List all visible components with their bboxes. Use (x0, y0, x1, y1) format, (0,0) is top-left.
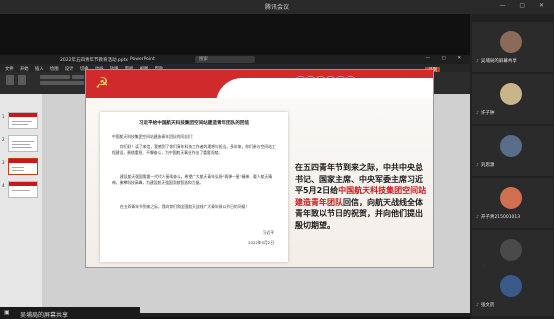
search-box[interactable]: 搜索 (195, 56, 255, 63)
participant-tile[interactable]: ♪ 开子青215001013 (472, 178, 553, 228)
menu-design[interactable]: 设计 (65, 66, 74, 72)
format-tools[interactable] (40, 81, 84, 85)
avatar (500, 135, 522, 157)
app-name: PowerPoint (130, 57, 155, 62)
screen-share-icon: ▣ (4, 309, 10, 316)
avatar (500, 187, 522, 209)
ppt-window-controls[interactable]: — ▢ ✕ (426, 56, 466, 61)
participant-list: ♪吴埔局的屏幕共享 ♪许子钟 ♪刘思源 ♪开子青215001013 ♪曹耽烁 ♪… (470, 14, 554, 319)
letter-image: 习近平给中国航天科技集团空间站建造青年团队的回信 中国航天科技集团空间站建造青年… (100, 112, 288, 262)
slide-thumbnails: 1 2 3 4 (0, 94, 42, 313)
window-title: 腾讯会议 (264, 4, 289, 11)
participant-name: ♪ 开子青215001013 (476, 214, 520, 220)
participant-tile[interactable]: ♪ 刘思源 (472, 126, 553, 176)
participant-tile[interactable]: ♪ 许子钟 (472, 74, 553, 124)
menu-draw[interactable]: 绘图 (50, 66, 59, 72)
participant-name-text: 刘思源 (480, 163, 495, 168)
slide-thumbnail[interactable] (8, 112, 38, 129)
participant-tile[interactable]: ♪ 吴埔局的屏幕共享 (472, 22, 553, 72)
shared-screen: 2022年五四青年节教育活动.pptx PowerPoint 搜索 — ▢ ✕ … (0, 14, 470, 319)
letter-greeting: 中国航天科技集团空间站建造青年团队的同志们： (112, 134, 196, 139)
ppt-title-bar: 2022年五四青年节教育活动.pptx PowerPoint 搜索 — ▢ ✕ (0, 55, 470, 64)
mic-icon: ♪ (476, 303, 479, 308)
participant-name-text: 张文药 (480, 303, 495, 308)
letter-paragraph: 建设航天强国需要一代代人接续奋斗。希望广大航天青年弘扬“两弹一星”精神、载人航天… (112, 174, 273, 186)
font-box[interactable] (40, 75, 70, 79)
slide-number: 3 (2, 160, 5, 165)
slide-number: 4 (2, 183, 5, 188)
mic-icon: ♪ (476, 59, 479, 64)
great-wall-decoration: ⌒⌒⌒⌒⌒⌒ (296, 77, 357, 87)
participant-name-text: 开子青215001013 (480, 215, 521, 220)
party-emblem-icon: ☭ (95, 74, 109, 92)
avatar (500, 239, 522, 261)
slide-thumbnail[interactable] (8, 181, 38, 198)
letter-paragraph: 你们好！读了来信，我感到了你们青年科技工作者的理想与担当。多年来，你们参与空间站… (112, 144, 276, 156)
meeting-title-bar: 腾讯会议 — ▢ ✕ (0, 0, 554, 14)
participant-name: ♪ 张文药 (476, 302, 494, 308)
slide-body-text: 在五四青年节到来之际，中共中央总书记、国家主席、中央军委主席习近平5月2日给中国… (295, 162, 429, 231)
participant-tile[interactable]: ♪ 张文药 (472, 266, 553, 316)
font-size-box[interactable] (72, 75, 84, 79)
screen-share-text: 吴埔局的屏幕共享 (20, 312, 69, 319)
mic-icon: ♪ (476, 215, 479, 220)
document-name: 2022年五四青年节教育活动.pptx (60, 58, 129, 63)
participant-name: ♪ 刘思源 (476, 162, 494, 168)
participant-name-text: 许子钟 (480, 111, 495, 116)
menu-home[interactable]: 开始 (20, 66, 29, 72)
participant-name-text: 吴埔局的屏幕共享 (480, 59, 517, 64)
slide-thumbnail[interactable] (8, 135, 38, 152)
slide-number: 1 (2, 114, 5, 119)
participant-name: ♪ 许子钟 (476, 110, 494, 116)
participant-name: ♪ 吴埔局的屏幕共享 (476, 58, 517, 64)
menu-file[interactable]: 文件 (5, 66, 14, 72)
avatar (500, 31, 522, 53)
window-controls[interactable]: — ▢ ✕ (499, 2, 550, 9)
slide-thumbnail-selected[interactable] (8, 158, 38, 175)
avatar (500, 275, 522, 297)
slide-header-band: ☭ ⌒⌒⌒⌒⌒⌒ (86, 70, 433, 104)
avatar (500, 83, 522, 105)
mic-icon: ♪ (476, 163, 479, 168)
new-slide-icon[interactable] (18, 75, 26, 85)
mic-icon: ♪ (476, 111, 479, 116)
paste-icon[interactable] (6, 75, 14, 85)
slide-canvas[interactable]: ☭ ⌒⌒⌒⌒⌒⌒ 习近平给中国航天科技集团空间站建造青年团队的回信 中国航天科技… (85, 69, 434, 268)
slide-number: 2 (2, 137, 5, 142)
menu-insert[interactable]: 插入 (35, 66, 44, 72)
screen-share-label: ▣ 吴埔局的屏幕共享 (0, 307, 140, 319)
letter-paragraph: 在五四青年节到来之际，我向你们和全国航天战线广大青年致以节日的问候！ (120, 204, 250, 209)
letter-signature: 习近平 (262, 230, 274, 235)
letter-title: 习近平给中国航天科技集团空间站建造青年团队的回信 (138, 121, 250, 126)
letter-date: 2022年5月2日 (248, 240, 274, 245)
